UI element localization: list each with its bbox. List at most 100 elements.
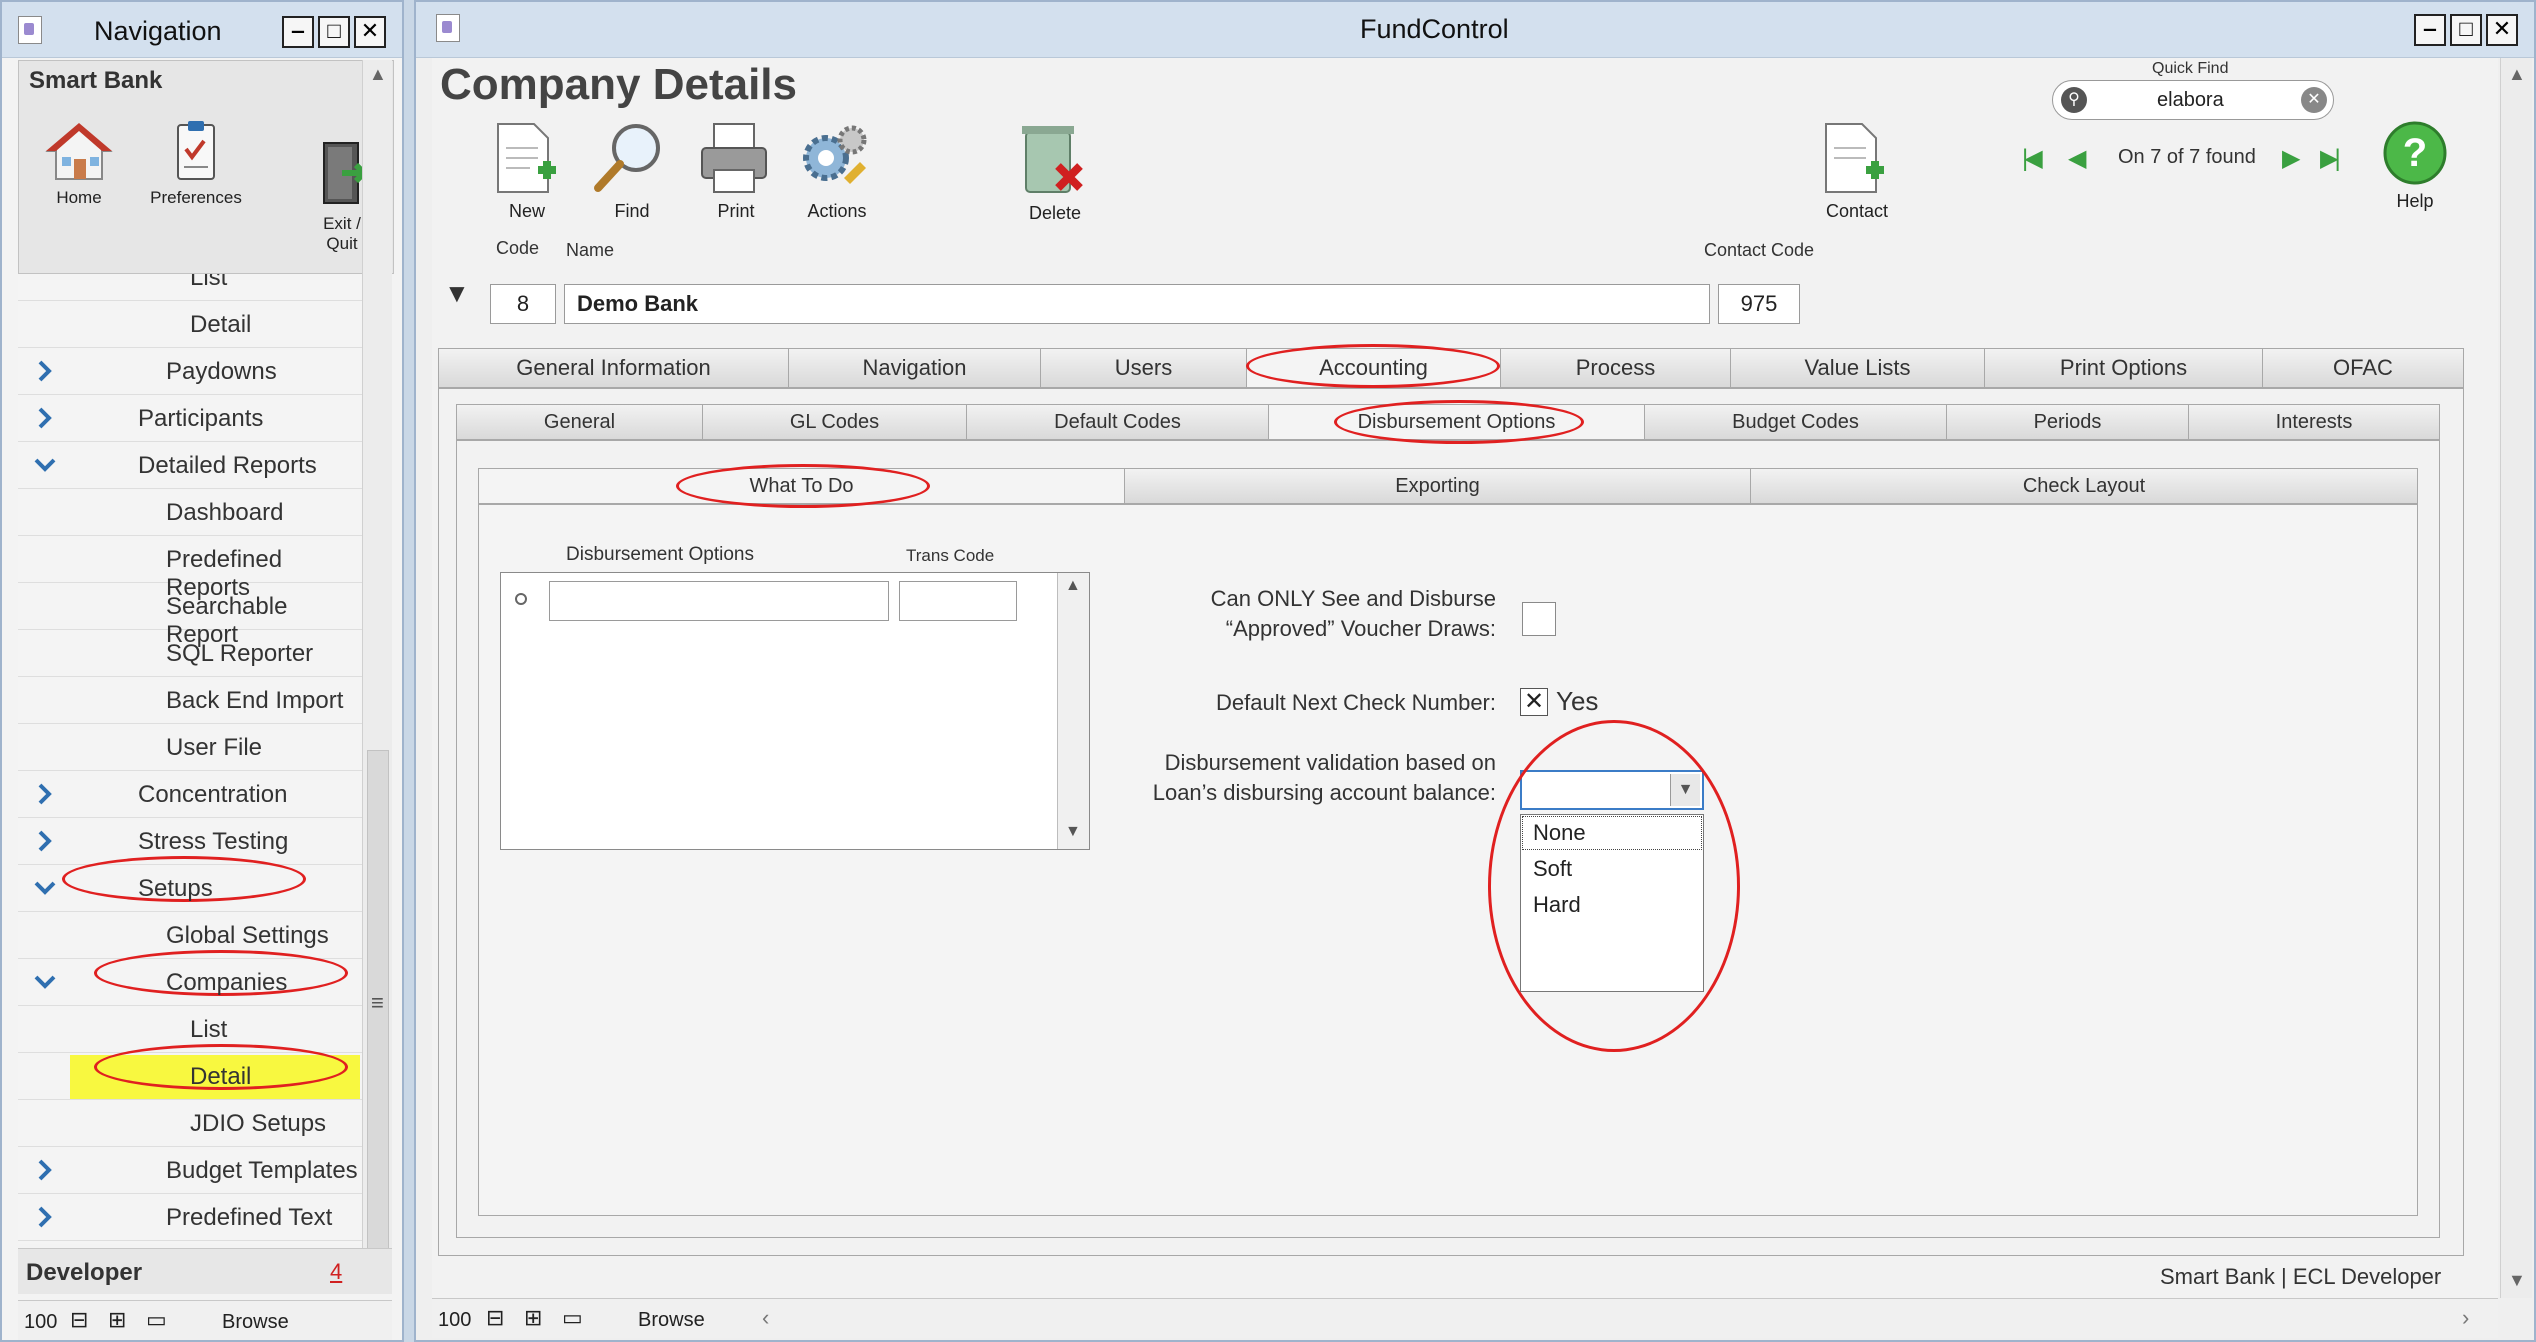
trans-code-input[interactable]	[899, 581, 1017, 621]
actions-button[interactable]: Actions	[796, 120, 878, 222]
disbursement-option-input[interactable]	[549, 581, 889, 621]
dropdown-option-soft[interactable]: Soft	[1521, 851, 1703, 887]
list-scroll-up-icon[interactable]: ▲	[1065, 577, 1081, 595]
tab-print-options[interactable]: Print Options	[1985, 349, 2263, 387]
last-record-icon[interactable]: ▶|	[2320, 144, 2341, 173]
chevron-right-icon[interactable]	[34, 1206, 56, 1228]
developer-bar[interactable]: Developer 4	[18, 1248, 392, 1294]
chevron-right-icon[interactable]	[34, 407, 56, 429]
next-record-icon[interactable]: ▶	[2282, 144, 2300, 173]
chevron-right-icon[interactable]	[34, 783, 56, 805]
mode-label[interactable]: Browse	[222, 1311, 289, 1334]
chevron-down-icon[interactable]	[34, 877, 56, 899]
quick-find-field[interactable]: ⚲ elabora ✕	[2052, 80, 2334, 120]
tab-accounting[interactable]: Accounting	[1247, 349, 1501, 387]
dropdown-option-none[interactable]: None	[1521, 815, 1703, 851]
zoom-level[interactable]: 100	[24, 1311, 57, 1334]
sidebar-item[interactable]: JDIO Setups	[18, 1100, 362, 1147]
subtab-periods[interactable]: Periods	[1947, 405, 2189, 439]
sidebar-item[interactable]: Participants	[18, 395, 362, 442]
main-close-button[interactable]: ✕	[2486, 14, 2518, 46]
main-scroll-down-icon[interactable]: ▼	[2508, 1270, 2526, 1291]
chevron-down-icon[interactable]: ▼	[1670, 774, 1700, 806]
scroll-left-icon[interactable]: ‹	[762, 1305, 769, 1331]
sidebar-item[interactable]: Setups	[18, 865, 362, 912]
contact-code-field[interactable]: 975	[1718, 284, 1800, 324]
zoom-out-icon[interactable]: ⊟	[70, 1307, 88, 1333]
tab-users[interactable]: Users	[1041, 349, 1247, 387]
collapse-triangle-icon[interactable]: ▼	[444, 278, 470, 309]
maximize-button[interactable]: □	[318, 16, 350, 48]
name-field[interactable]: Demo Bank	[564, 284, 1710, 324]
sidebar-item[interactable]: Predefined Text	[18, 1194, 362, 1241]
tab-general-information[interactable]: General Information	[439, 349, 789, 387]
developer-count[interactable]: 4	[330, 1259, 342, 1285]
navigation-scrollbar[interactable]: ▲ ≡	[362, 60, 392, 1294]
main-status-toggle-icon[interactable]: ▭	[562, 1305, 583, 1331]
main-maximize-button[interactable]: □	[2450, 14, 2482, 46]
sidebar-item[interactable]: Concentration	[18, 771, 362, 818]
help-button[interactable]: ? Help	[2382, 120, 2448, 212]
subtab-check-layout[interactable]: Check Layout	[1751, 469, 2417, 503]
contact-button[interactable]: Contact	[1818, 120, 1896, 222]
sidebar-item[interactable]: Detail	[18, 301, 362, 348]
print-button[interactable]: Print	[696, 120, 776, 222]
subtab-exporting[interactable]: Exporting	[1125, 469, 1751, 503]
find-button[interactable]: Find	[590, 118, 674, 222]
scroll-right-icon[interactable]: ›	[2462, 1305, 2469, 1331]
list-scroll-down-icon[interactable]: ▼	[1065, 823, 1081, 841]
previous-record-icon[interactable]: ◀	[2068, 144, 2086, 173]
zoom-in-icon[interactable]: ⊞	[108, 1307, 126, 1333]
code-field[interactable]: 8	[490, 284, 556, 324]
chevron-down-icon[interactable]	[34, 971, 56, 993]
tab-value-lists[interactable]: Value Lists	[1731, 349, 1985, 387]
sidebar-item[interactable]: List	[18, 1006, 362, 1053]
main-zoom-out-icon[interactable]: ⊟	[486, 1305, 504, 1331]
subtab-disbursement-options[interactable]: Disbursement Options	[1269, 405, 1645, 439]
quick-find-input[interactable]: elabora	[2157, 89, 2224, 112]
tab-process[interactable]: Process	[1501, 349, 1731, 387]
delete-button[interactable]: Delete	[1014, 118, 1096, 224]
sidebar-item[interactable]: Stress Testing	[18, 818, 362, 865]
first-record-icon[interactable]: |◀	[2022, 144, 2043, 173]
sidebar-item[interactable]: Companies	[18, 959, 362, 1006]
main-mode-label[interactable]: Browse	[638, 1309, 705, 1332]
status-toggle-icon[interactable]: ▭	[146, 1307, 167, 1333]
main-scrollbar[interactable]: ▲ ▼	[2500, 58, 2532, 1298]
minimize-button[interactable]: ‒	[282, 16, 314, 48]
subtab-budget-codes[interactable]: Budget Codes	[1645, 405, 1947, 439]
chevron-right-icon[interactable]	[34, 360, 56, 382]
home-button[interactable]: Home	[29, 119, 129, 208]
main-minimize-button[interactable]: ‒	[2414, 14, 2446, 46]
sidebar-item[interactable]: Dashboard	[18, 489, 362, 536]
sidebar-item[interactable]: List	[18, 274, 362, 301]
sidebar-item[interactable]: Budget Templates	[18, 1147, 362, 1194]
new-button[interactable]: New	[490, 120, 564, 222]
chevron-right-icon[interactable]	[34, 830, 56, 852]
subtab-general[interactable]: General	[457, 405, 703, 439]
close-button[interactable]: ✕	[354, 16, 386, 48]
tab-navigation[interactable]: Navigation	[789, 349, 1041, 387]
main-zoom-level[interactable]: 100	[438, 1309, 471, 1332]
scrollbar-thumb[interactable]	[367, 750, 389, 1290]
subtab-default-codes[interactable]: Default Codes	[967, 405, 1269, 439]
sidebar-item[interactable]: Back End Import	[18, 677, 362, 724]
main-scroll-up-icon[interactable]: ▲	[2508, 64, 2526, 85]
subtab-what-to-do[interactable]: What To Do	[479, 469, 1125, 503]
sidebar-item[interactable]: Predefined Reports	[18, 536, 362, 601]
chevron-down-icon[interactable]	[34, 454, 56, 476]
subtab-interests[interactable]: Interests	[2189, 405, 2439, 439]
sidebar-item[interactable]: Detail	[18, 1053, 362, 1100]
sidebar-item[interactable]: Global Settings	[18, 912, 362, 959]
chevron-right-icon[interactable]	[34, 1159, 56, 1181]
default-next-check-checkbox[interactable]: ✕	[1520, 688, 1548, 716]
disbursement-validation-dropdown[interactable]: ▼	[1520, 770, 1704, 810]
clear-search-icon[interactable]: ✕	[2301, 87, 2327, 113]
sidebar-item[interactable]: User File	[18, 724, 362, 771]
tab-ofac[interactable]: OFAC	[2263, 349, 2463, 387]
preferences-button[interactable]: Preferences	[131, 119, 261, 208]
subtab-gl-codes[interactable]: GL Codes	[703, 405, 967, 439]
disbursement-options-list[interactable]: ▲ ▼	[500, 572, 1090, 850]
main-zoom-in-icon[interactable]: ⊞	[524, 1305, 542, 1331]
sidebar-item[interactable]: Detailed Reports	[18, 442, 362, 489]
